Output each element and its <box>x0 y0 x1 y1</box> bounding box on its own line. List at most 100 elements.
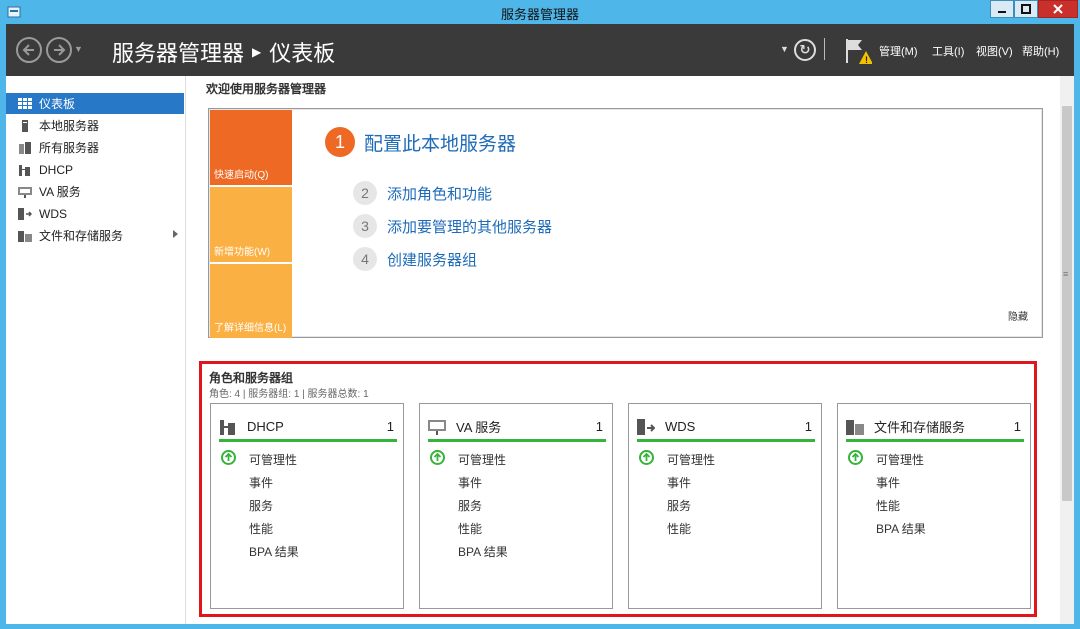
step-configure-local-server[interactable]: 1 配置此本地服务器 <box>325 127 516 157</box>
status-ok-icon <box>848 450 863 465</box>
card-row-bpa-results[interactable]: BPA 结果 <box>458 543 508 560</box>
breadcrumb-item-dashboard: 仪表板 <box>269 41 336 66</box>
breadcrumb-item-server-manager[interactable]: 服务器管理器 <box>112 41 244 66</box>
card-title: VA 服务 <box>456 420 502 435</box>
sidebar-item-va-service[interactable]: VA 服务 <box>6 181 184 202</box>
sidebar-item-label: 本地服务器 <box>39 119 100 133</box>
tile-learn-more[interactable]: 了解详细信息(L) <box>210 264 292 338</box>
card-title: WDS <box>665 419 696 434</box>
role-card-dhcp[interactable]: DHCP 1 可管理性 事件 服务 性能 BPA 结果 <box>210 403 404 609</box>
card-row-manageability[interactable]: 可管理性 <box>667 451 715 468</box>
card-row-services[interactable]: 服务 <box>667 497 691 514</box>
scrollbar-thumb[interactable] <box>1062 106 1072 501</box>
sidebar-item-file-storage[interactable]: 文件和存储服务 <box>6 225 184 246</box>
step-create-server-group[interactable]: 4 创建服务器组 <box>353 247 477 271</box>
step-number-badge: 3 <box>353 214 377 238</box>
card-title: 文件和存储服务 <box>874 420 966 435</box>
card-row-performance[interactable]: 性能 <box>876 497 900 514</box>
submenu-arrow-icon[interactable] <box>173 230 178 238</box>
sidebar: 仪表板 本地服务器 所有服务器 DHCP VA 服务 WDS 文件和存储服务 <box>6 76 186 624</box>
close-button[interactable] <box>1038 0 1078 18</box>
roles-section: 角色和服务器组 角色: 4 | 服务器组: 1 | 服务器总数: 1 DHCP … <box>199 361 1037 617</box>
card-row-performance[interactable]: 性能 <box>458 520 482 537</box>
sidebar-item-label: WDS <box>39 206 67 221</box>
quick-start-panel: 快速启动(Q) 新增功能(W) 了解详细信息(L) 1 配置此本地服务器 2 添… <box>208 108 1043 338</box>
card-header[interactable]: WDS 1 <box>637 414 815 442</box>
tile-whats-new[interactable]: 新增功能(W) <box>210 187 292 262</box>
sidebar-item-all-servers[interactable]: 所有服务器 <box>6 137 184 158</box>
maximize-icon <box>1021 4 1031 14</box>
menu-help[interactable]: 帮助(H) <box>1022 43 1059 59</box>
sidebar-item-label: 仪表板 <box>39 97 76 111</box>
svg-text:!: ! <box>865 55 868 65</box>
dhcp-icon <box>220 419 235 435</box>
all-servers-icon <box>19 141 31 154</box>
wds-icon <box>637 418 655 435</box>
step-number-badge: 4 <box>353 247 377 271</box>
window-title: 服务器管理器 <box>500 7 579 22</box>
card-header[interactable]: 文件和存储服务 1 <box>846 414 1024 442</box>
dropdown-icon[interactable]: ▼ <box>780 44 789 54</box>
tile-quick-start[interactable]: 快速启动(Q) <box>210 110 292 185</box>
card-row-manageability[interactable]: 可管理性 <box>249 451 297 468</box>
card-row-events[interactable]: 事件 <box>249 474 273 491</box>
card-row-services[interactable]: 服务 <box>249 497 273 514</box>
role-card-va-service[interactable]: VA 服务 1 可管理性 事件 服务 性能 BPA 结果 <box>419 403 613 609</box>
dashboard-icon <box>18 97 32 109</box>
arrow-left-icon <box>22 44 34 56</box>
va-service-icon <box>18 186 32 198</box>
sidebar-item-local-server[interactable]: 本地服务器 <box>6 115 184 136</box>
local-server-icon <box>22 119 28 132</box>
main-content: 欢迎使用服务器管理器 快速启动(Q) 新增功能(W) 了解详细信息(L) 1 配… <box>187 76 1074 624</box>
arrow-right-icon <box>54 44 66 56</box>
roles-summary: 角色: 4 | 服务器组: 1 | 服务器总数: 1 <box>209 389 369 400</box>
card-row-manageability[interactable]: 可管理性 <box>876 451 924 468</box>
step-link[interactable]: 创建服务器组 <box>387 249 477 270</box>
sidebar-item-label: DHCP <box>39 162 74 177</box>
maximize-button[interactable] <box>1014 0 1038 18</box>
menu-tools[interactable]: 工具(I) <box>932 43 964 59</box>
dhcp-icon <box>19 164 30 176</box>
card-header[interactable]: DHCP 1 <box>219 414 397 442</box>
wds-icon <box>18 207 32 220</box>
step-add-roles-features[interactable]: 2 添加角色和功能 <box>353 181 492 205</box>
refresh-icon: ↻ <box>799 42 811 57</box>
card-row-performance[interactable]: 性能 <box>249 520 273 537</box>
step-link[interactable]: 配置此本地服务器 <box>364 129 516 156</box>
card-count: 1 <box>804 419 812 434</box>
card-row-bpa-results[interactable]: BPA 结果 <box>249 543 299 560</box>
card-row-manageability[interactable]: 可管理性 <box>458 451 506 468</box>
vertical-scrollbar[interactable]: ≡ <box>1060 76 1074 624</box>
breadcrumb: 服务器管理器 ▶ 仪表板 <box>112 36 335 68</box>
card-row-performance[interactable]: 性能 <box>667 520 691 537</box>
card-count: 1 <box>595 419 603 434</box>
minimize-icon <box>998 11 1006 13</box>
forward-button[interactable] <box>46 37 72 63</box>
step-link[interactable]: 添加要管理的其他服务器 <box>387 216 552 237</box>
card-header[interactable]: VA 服务 1 <box>428 414 606 442</box>
file-storage-icon <box>18 230 32 242</box>
card-row-events[interactable]: 事件 <box>458 474 482 491</box>
card-row-services[interactable]: 服务 <box>458 497 482 514</box>
minimize-button[interactable] <box>990 0 1014 18</box>
role-card-wds[interactable]: WDS 1 可管理性 事件 服务 性能 <box>628 403 822 609</box>
role-card-file-storage[interactable]: 文件和存储服务 1 可管理性 事件 性能 BPA 结果 <box>837 403 1031 609</box>
menu-manage[interactable]: 管理(M) <box>879 43 918 59</box>
card-row-events[interactable]: 事件 <box>667 474 691 491</box>
sidebar-item-dashboard[interactable]: 仪表板 <box>6 93 184 114</box>
refresh-button[interactable]: ↻ <box>794 39 816 61</box>
step-add-servers[interactable]: 3 添加要管理的其他服务器 <box>353 214 552 238</box>
history-dropdown-icon[interactable]: ▼ <box>74 44 83 54</box>
card-row-bpa-results[interactable]: BPA 结果 <box>876 520 926 537</box>
step-link[interactable]: 添加角色和功能 <box>387 183 492 204</box>
sidebar-item-dhcp[interactable]: DHCP <box>6 159 184 180</box>
card-row-events[interactable]: 事件 <box>876 474 900 491</box>
menu-view[interactable]: 视图(V) <box>976 43 1013 59</box>
hide-welcome-link[interactable]: 隐藏 <box>1008 308 1028 323</box>
sidebar-item-label: VA 服务 <box>39 185 81 199</box>
title-bar: 服务器管理器 <box>0 0 1080 24</box>
back-button[interactable] <box>16 37 42 63</box>
notifications-flag-icon[interactable]: ! <box>842 36 872 66</box>
sidebar-item-wds[interactable]: WDS <box>6 203 184 224</box>
close-icon <box>1053 4 1063 14</box>
